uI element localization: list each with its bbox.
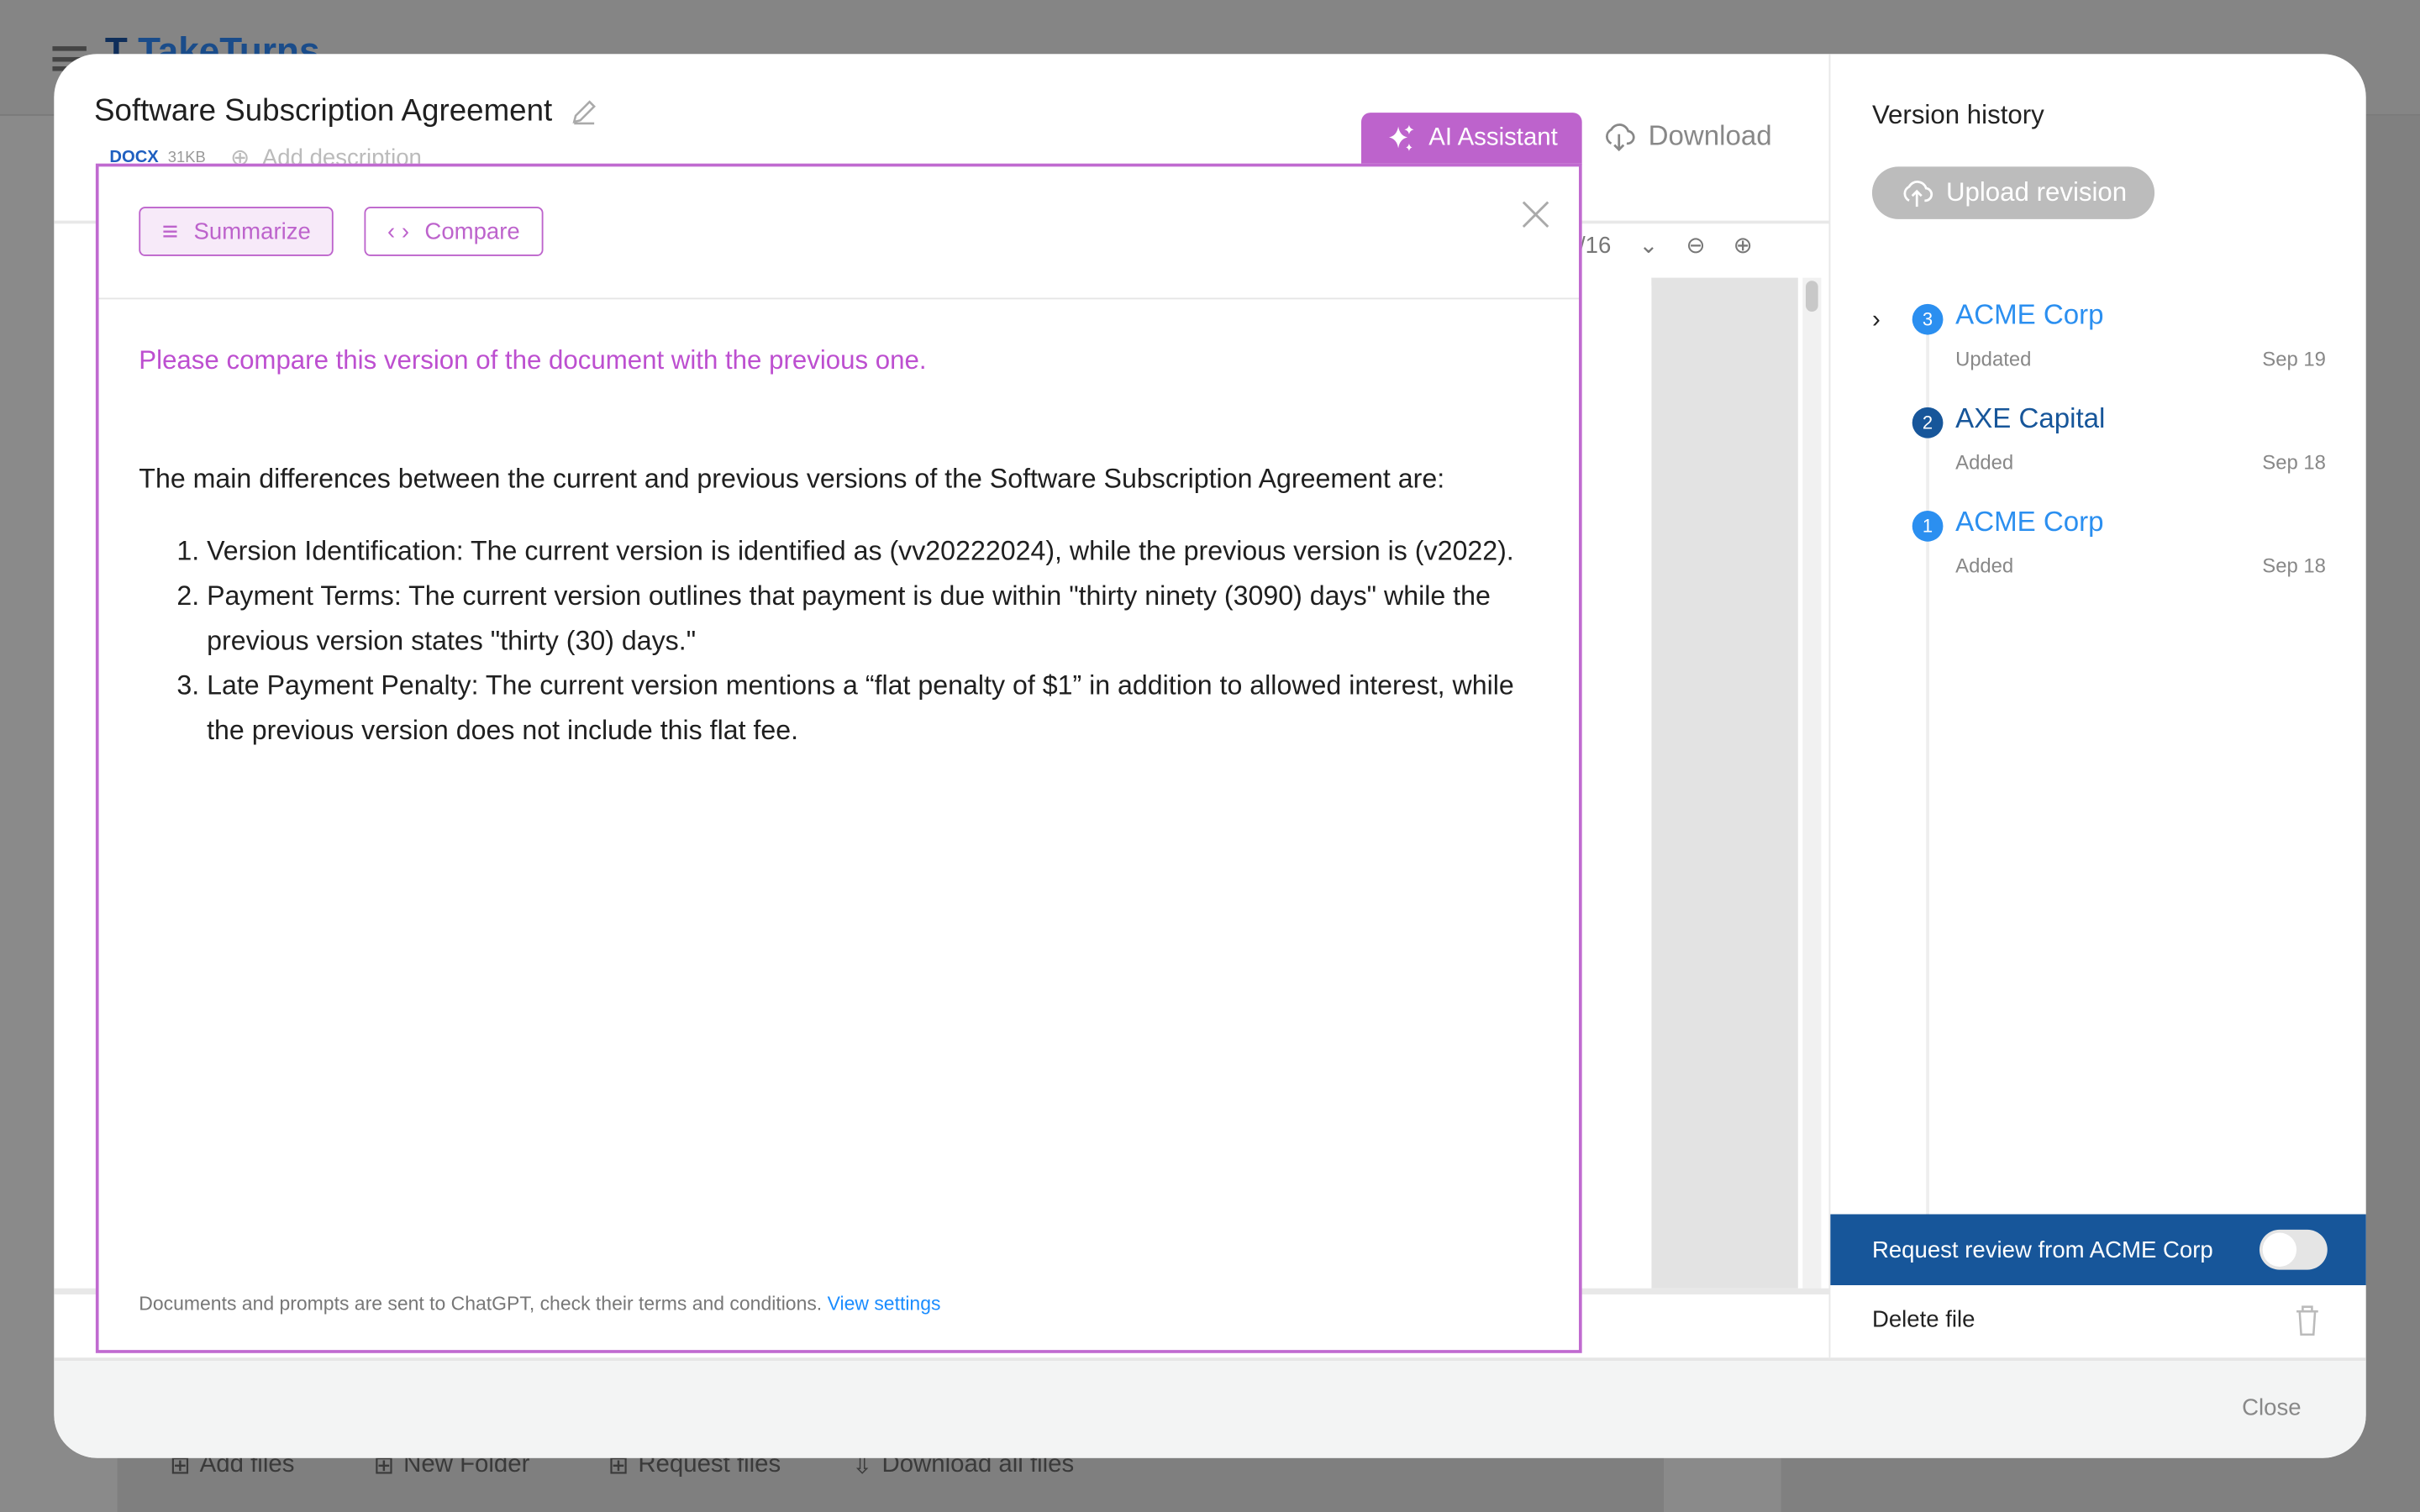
version-history-title: Version history bbox=[1871, 100, 2044, 130]
version-action: Added bbox=[1955, 554, 2014, 577]
viewer-scrollbar[interactable] bbox=[1802, 277, 1822, 1289]
version-action: Added bbox=[1955, 450, 2014, 474]
response-item: Late Payment Penalty: The current versio… bbox=[207, 664, 1544, 753]
cloud-download-icon bbox=[1606, 123, 1635, 152]
page-count: /16 bbox=[1578, 232, 1612, 259]
document-page bbox=[1581, 285, 1652, 1289]
version-action: Updated bbox=[1955, 347, 2032, 370]
ai-assistant-button[interactable]: AI Assistant bbox=[1360, 113, 1582, 165]
response-list: Version Identification: The current vers… bbox=[139, 529, 1543, 753]
upload-revision-button[interactable]: Upload revision bbox=[1871, 166, 2155, 219]
version-item: › 3 ACME Corp Updated Sep 19 bbox=[1872, 299, 2335, 396]
version-author[interactable]: ACME Corp bbox=[1955, 299, 2103, 332]
response-intro: The main differences between the current… bbox=[139, 463, 1445, 494]
chevron-right-icon[interactable]: › bbox=[1872, 307, 1881, 335]
version-number: 1 bbox=[1912, 510, 1944, 542]
version-author[interactable]: AXE Capital bbox=[1955, 402, 2105, 435]
ai-response: The main differences between the current… bbox=[139, 457, 1543, 753]
ai-panel-header: ≡ Summarize ‹ › Compare bbox=[98, 166, 1579, 300]
request-review-label: Request review from ACME Corp bbox=[1871, 1236, 2213, 1263]
user-prompt: Please compare this version of the docum… bbox=[139, 345, 927, 375]
response-item: Payment Terms: The current version outli… bbox=[207, 574, 1544, 664]
document-title: Software Subscription Agreement bbox=[94, 94, 553, 129]
summarize-button[interactable]: ≡ Summarize bbox=[139, 207, 334, 256]
version-sidebar: Version history Upload revision › 3 ACME… bbox=[1828, 54, 2366, 1358]
sparkles-icon bbox=[1388, 124, 1413, 151]
version-date: Sep 18 bbox=[2262, 450, 2326, 474]
ai-assistant-panel: ≡ Summarize ‹ › Compare Please compare thi… bbox=[95, 163, 1582, 1353]
version-number: 2 bbox=[1912, 407, 1944, 438]
close-button[interactable]: Close bbox=[2242, 1394, 2301, 1420]
zoom-out-icon[interactable]: ⊖ bbox=[1686, 232, 1706, 259]
cloud-upload-icon bbox=[1903, 181, 1933, 207]
code-brackets-icon: ‹ › bbox=[387, 218, 410, 245]
delete-file-button[interactable]: Delete file bbox=[1872, 1307, 1975, 1333]
document-viewer bbox=[1651, 277, 1798, 1289]
zoom-in-icon[interactable]: ⊕ bbox=[1733, 232, 1753, 259]
version-item: 1 ACME Corp Added Sep 18 bbox=[1872, 506, 2335, 603]
request-review-toggle[interactable] bbox=[2259, 1229, 2328, 1270]
view-settings-link[interactable]: View settings bbox=[828, 1293, 941, 1315]
disclaimer: Documents and prompts are sent to ChatGP… bbox=[139, 1293, 941, 1315]
trash-icon[interactable] bbox=[2293, 1304, 2321, 1337]
page-dropdown-chevron-icon[interactable]: ⌄ bbox=[1639, 232, 1658, 259]
lines-icon: ≡ bbox=[161, 215, 179, 246]
version-date: Sep 19 bbox=[2262, 347, 2326, 370]
version-author[interactable]: ACME Corp bbox=[1955, 506, 2103, 538]
version-item: 2 AXE Capital Added Sep 18 bbox=[1872, 402, 2335, 500]
file-modal: Software Subscription Agreement DOCX 31K… bbox=[54, 54, 2366, 1458]
edit-title-icon[interactable] bbox=[568, 97, 599, 129]
download-button[interactable]: Download bbox=[1602, 118, 1772, 152]
response-item: Version Identification: The current vers… bbox=[207, 529, 1544, 574]
version-number: 3 bbox=[1912, 303, 1944, 335]
page-controls: /16 ⌄ ⊖ ⊕ bbox=[1578, 232, 1753, 259]
version-date: Sep 18 bbox=[2262, 554, 2326, 577]
request-review-row: Request review from ACME Corp bbox=[1830, 1214, 2366, 1285]
close-icon[interactable] bbox=[1518, 197, 1552, 231]
compare-button[interactable]: ‹ › Compare bbox=[364, 207, 544, 256]
modal-footer: Close bbox=[54, 1357, 2366, 1458]
scrollbar-thumb[interactable] bbox=[1805, 281, 1818, 312]
